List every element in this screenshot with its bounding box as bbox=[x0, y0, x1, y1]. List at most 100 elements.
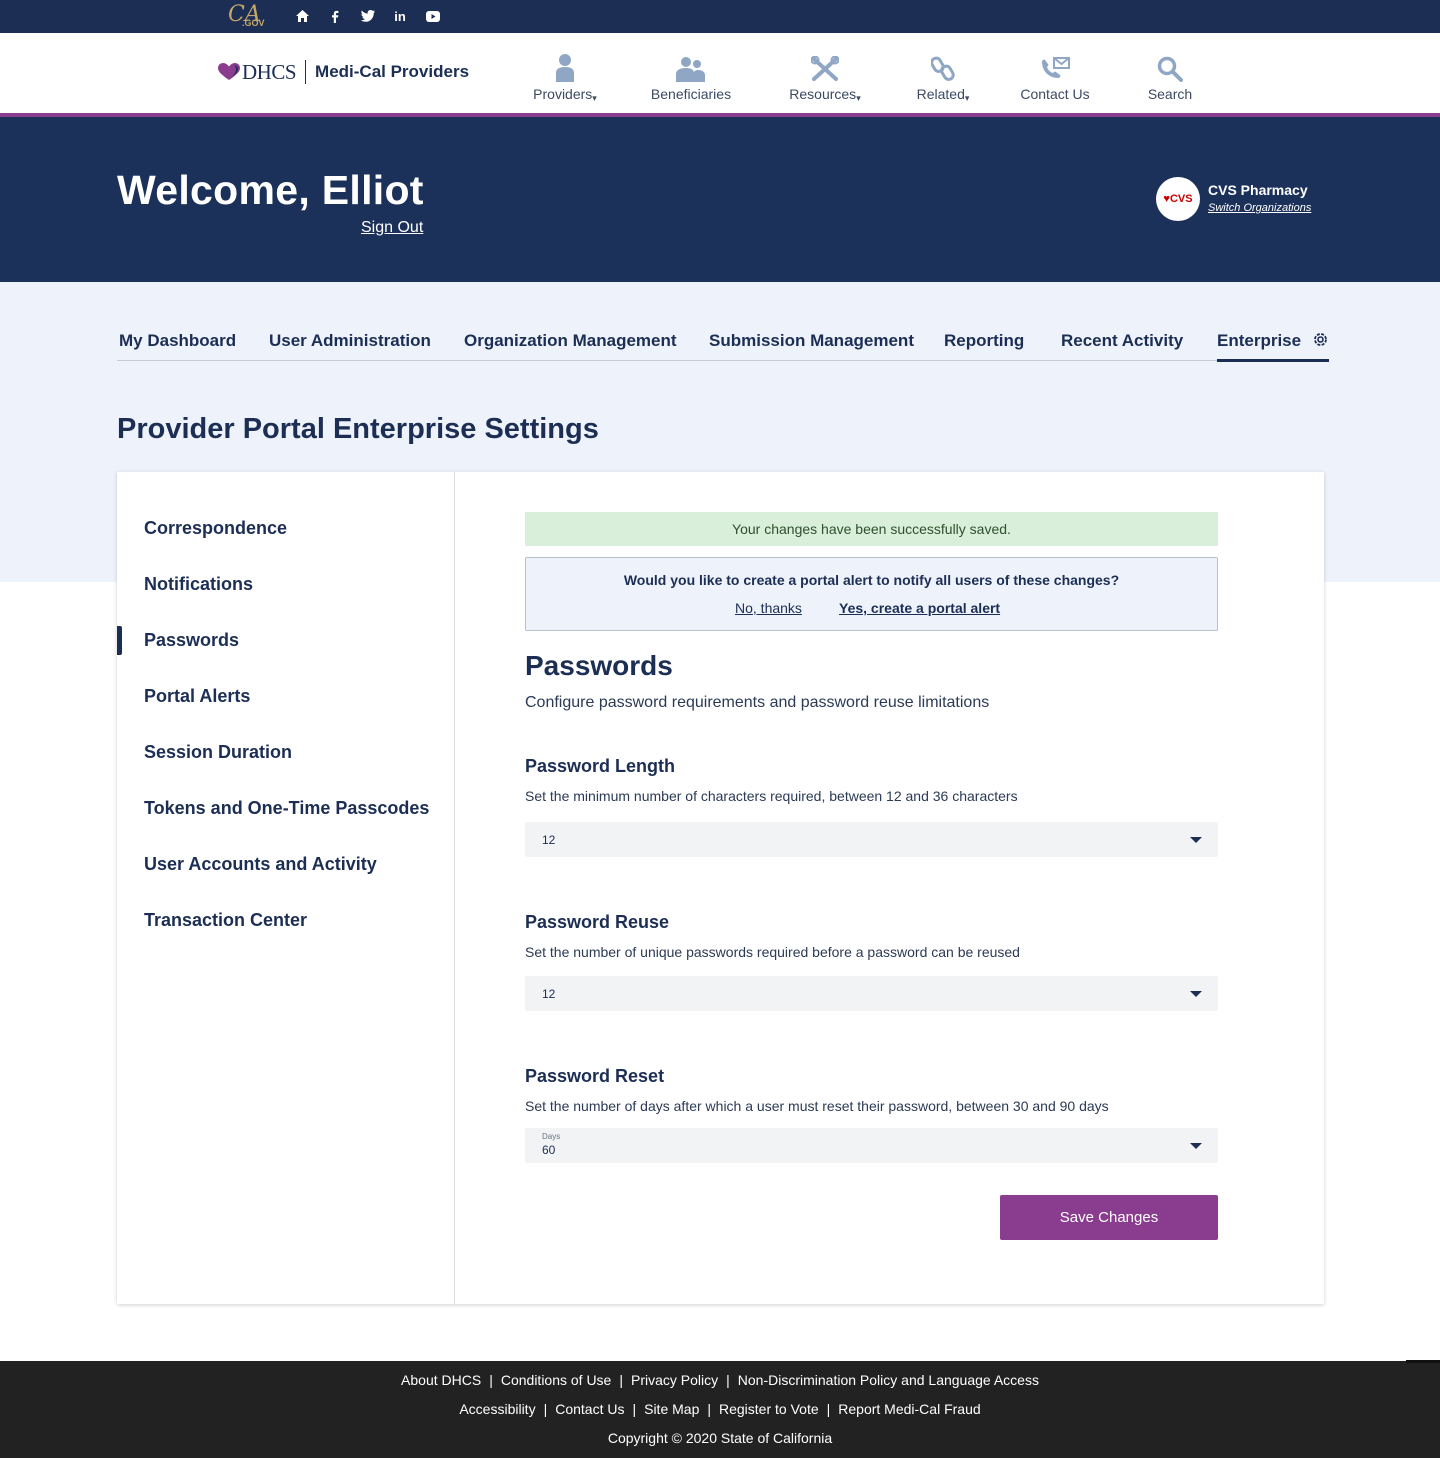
chevron-down-icon: ▾ bbox=[964, 93, 970, 103]
group-icon bbox=[631, 50, 751, 82]
nav-resources[interactable]: Resources▾ bbox=[765, 50, 885, 104]
nav-search[interactable]: Search bbox=[1110, 50, 1230, 102]
password-length-help: Set the minimum number of characters req… bbox=[525, 788, 1018, 804]
gear-icon bbox=[1313, 333, 1327, 346]
phone-mail-icon bbox=[995, 50, 1115, 82]
sidebar-item-passwords[interactable]: Passwords bbox=[144, 630, 239, 651]
footer-site-map[interactable]: Site Map bbox=[644, 1401, 699, 1417]
password-length-label: Password Length bbox=[525, 756, 676, 776]
welcome-banner: Welcome, Elliot Sign Out ♥CVS CVS Pharma… bbox=[0, 117, 1440, 282]
page-title: Provider Portal Enterprise Settings bbox=[117, 413, 599, 445]
password-reuse-label: Password Reuse bbox=[525, 912, 670, 932]
footer-links-row-2: Accessibility | Contact Us | Site Map | Regist… bbox=[459, 1401, 981, 1417]
welcome-title: Welcome, Elliot bbox=[117, 167, 424, 213]
tab-reporting[interactable]: Reporting bbox=[944, 331, 1024, 361]
tab-user-administration[interactable]: User Administration bbox=[269, 331, 431, 361]
tab-recent-activity[interactable]: Recent Activity bbox=[1061, 331, 1183, 361]
create-portal-alert-link[interactable]: Yes, create a portal alert bbox=[839, 600, 1000, 616]
password-reuse-value: 12 bbox=[542, 987, 556, 1001]
ca-gov-logo[interactable]: CA .GOV bbox=[228, 2, 268, 30]
brand-name: Medi-Cal Providers bbox=[315, 62, 470, 81]
footer-privacy-policy[interactable]: Privacy Policy bbox=[631, 1372, 718, 1388]
footer-conditions-of-use[interactable]: Conditions of Use bbox=[501, 1372, 612, 1388]
main-tabs: My Dashboard User Administration Organiz… bbox=[117, 331, 1329, 362]
sidebar-item-portal-alerts[interactable]: Portal Alerts bbox=[144, 686, 250, 707]
footer-report-fraud[interactable]: Report Medi-Cal Fraud bbox=[838, 1401, 980, 1417]
settings-card: Correspondence Notifications Passwords P… bbox=[117, 472, 1324, 1304]
site-header: DHCS Medi-Cal Providers Providers▾ Benef… bbox=[0, 33, 1440, 113]
footer-links-row-1: About DHCS | Conditions of Use | Privacy Pol… bbox=[401, 1372, 1039, 1388]
password-length-select[interactable]: 12 bbox=[525, 822, 1218, 857]
password-reset-label: Password Reset bbox=[525, 1066, 665, 1086]
linkedin-icon[interactable]: in bbox=[392, 8, 408, 24]
footer-accessibility[interactable]: Accessibility bbox=[459, 1401, 535, 1417]
caret-down-icon bbox=[1190, 837, 1202, 843]
sign-out-link[interactable]: Sign Out bbox=[361, 219, 423, 237]
link-icon bbox=[883, 50, 1003, 82]
org-logo: ♥CVS bbox=[1156, 177, 1200, 221]
nav-related-label: Related bbox=[916, 86, 965, 102]
settings-sidebar: Correspondence Notifications Passwords P… bbox=[117, 472, 455, 1304]
nav-beneficiaries-label: Beneficiaries bbox=[650, 86, 732, 102]
home-icon[interactable] bbox=[294, 8, 310, 24]
nav-contact-us[interactable]: Contact Us bbox=[995, 50, 1115, 102]
tab-my-dashboard[interactable]: My Dashboard bbox=[119, 331, 236, 361]
person-icon bbox=[505, 50, 625, 82]
brand-separator bbox=[305, 60, 307, 84]
nav-beneficiaries[interactable]: Beneficiaries bbox=[631, 50, 751, 102]
save-changes-button[interactable]: Save Changes bbox=[1000, 1195, 1218, 1240]
password-reset-help: Set the number of days after which a use… bbox=[525, 1098, 1109, 1114]
switch-organizations-link[interactable]: Switch Organizations bbox=[1208, 202, 1311, 214]
footer-contact-us[interactable]: Contact Us bbox=[555, 1401, 624, 1417]
footer-copyright: Copyright © 2020 State of California bbox=[607, 1430, 833, 1446]
nav-related[interactable]: Related▾ bbox=[883, 50, 1003, 104]
chevron-down-icon: ▾ bbox=[592, 93, 597, 103]
section-title: Passwords bbox=[525, 650, 673, 681]
caret-down-icon bbox=[1190, 1143, 1202, 1149]
site-footer: About DHCS | Conditions of Use | Privacy Pol… bbox=[0, 1360, 1440, 1458]
footer-non-discrimination[interactable]: Non-Discrimination Policy and Language A… bbox=[738, 1372, 1039, 1388]
portal-alert-prompt: Would you like to create a portal alert … bbox=[525, 557, 1218, 631]
org-name: CVS Pharmacy bbox=[1208, 182, 1308, 198]
caret-down-icon bbox=[1190, 991, 1202, 997]
portal-alert-question: Would you like to create a portal alert … bbox=[623, 572, 1120, 588]
success-message: Your changes have been successfully save… bbox=[525, 512, 1218, 546]
dhcs-brand[interactable]: DHCS Medi-Cal Providers bbox=[218, 59, 469, 85]
sidebar-item-session-duration[interactable]: Session Duration bbox=[144, 742, 292, 763]
dhcs-heart-icon bbox=[218, 63, 240, 80]
section-description: Configure password requirements and pass… bbox=[525, 694, 990, 711]
facebook-icon[interactable] bbox=[327, 8, 343, 24]
footer-corner-accent bbox=[1406, 1360, 1440, 1363]
tab-submission-management[interactable]: Submission Management bbox=[709, 331, 914, 361]
search-icon bbox=[1110, 50, 1230, 82]
active-item-marker bbox=[117, 626, 122, 655]
nav-contact-us-label: Contact Us bbox=[1020, 86, 1090, 102]
youtube-icon[interactable] bbox=[425, 8, 441, 24]
nav-resources-label: Resources bbox=[789, 86, 857, 102]
tab-organization-management[interactable]: Organization Management bbox=[464, 331, 677, 361]
sidebar-item-correspondence[interactable]: Correspondence bbox=[144, 518, 287, 539]
password-length-value: 12 bbox=[542, 833, 556, 847]
tab-enterprise-label: Enterprise bbox=[1217, 331, 1302, 350]
chevron-down-icon: ▾ bbox=[856, 93, 861, 103]
tab-enterprise[interactable]: Enterprise bbox=[1217, 331, 1329, 362]
ca-logo-sub: .GOV bbox=[242, 18, 265, 28]
footer-register-to-vote[interactable]: Register to Vote bbox=[719, 1401, 819, 1417]
footer-about-dhcs[interactable]: About DHCS bbox=[401, 1372, 481, 1388]
password-reset-select[interactable]: Days 60 bbox=[525, 1128, 1218, 1163]
password-reset-float-label: Days bbox=[542, 1132, 561, 1141]
tools-icon bbox=[765, 50, 885, 82]
password-reuse-help: Set the number of unique passwords requi… bbox=[525, 944, 1020, 960]
sidebar-item-notifications[interactable]: Notifications bbox=[144, 574, 253, 595]
nav-providers[interactable]: Providers▾ bbox=[505, 50, 625, 104]
password-reuse-select[interactable]: 12 bbox=[525, 976, 1218, 1011]
brand-dhcs-text: DHCS bbox=[242, 59, 297, 84]
sidebar-item-tokens[interactable]: Tokens and One-Time Passcodes bbox=[144, 798, 429, 819]
no-thanks-link[interactable]: No, thanks bbox=[735, 600, 802, 616]
sidebar-item-transaction-center[interactable]: Transaction Center bbox=[144, 910, 307, 931]
twitter-icon[interactable] bbox=[360, 8, 376, 24]
sidebar-item-user-accounts[interactable]: User Accounts and Activity bbox=[144, 854, 377, 875]
nav-search-label: Search bbox=[1147, 86, 1193, 102]
nav-providers-label: Providers bbox=[533, 86, 593, 102]
password-reset-value: 60 bbox=[542, 1143, 556, 1157]
